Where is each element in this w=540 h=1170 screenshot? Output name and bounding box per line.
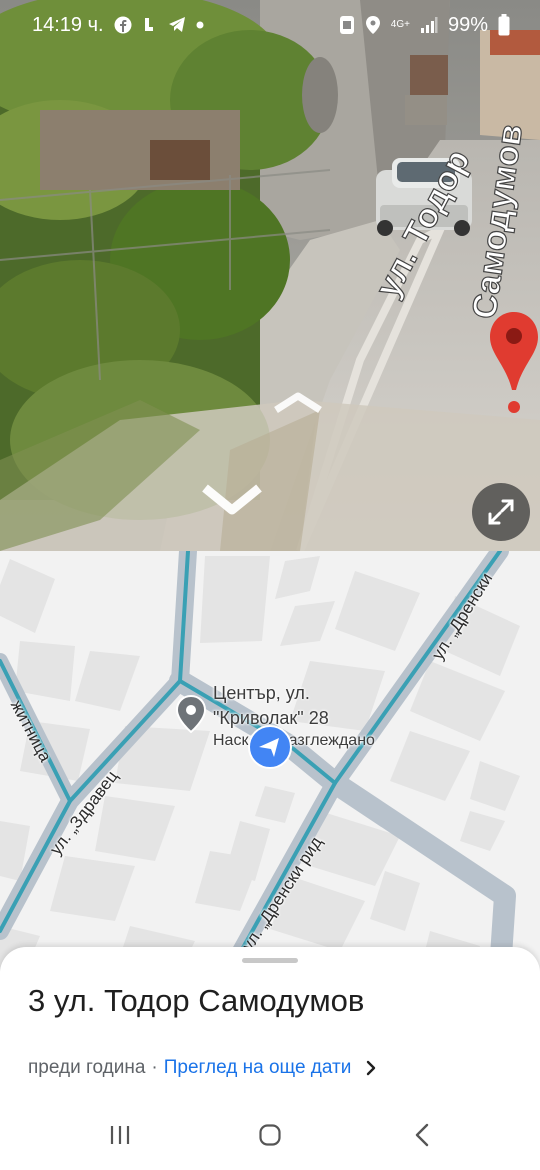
expand-button[interactable] — [472, 483, 530, 541]
more-dates-link[interactable]: Преглед на още дати — [164, 1057, 352, 1079]
place-marker-icon[interactable] — [176, 695, 206, 733]
status-bar: 14:19 ч. 4G+ 99% — [0, 0, 540, 50]
signal-icon — [420, 17, 438, 33]
viewed-label: Наскоро разглеждано — [213, 732, 375, 749]
nav-arrow-up-icon[interactable] — [272, 388, 324, 414]
facebook-icon — [114, 16, 132, 34]
battery-icon — [498, 14, 510, 36]
date-row: преди година · Преглед на още дати — [28, 1057, 377, 1079]
expand-icon — [488, 499, 514, 525]
recent-apps-icon[interactable] — [108, 1123, 132, 1147]
drag-handle[interactable] — [242, 958, 298, 963]
capture-date: преди година — [28, 1057, 146, 1078]
location-pin-icon — [490, 312, 538, 413]
network-type: 4G+ — [390, 19, 410, 30]
home-icon[interactable] — [258, 1123, 282, 1147]
screenshot-icon — [339, 16, 354, 34]
status-time: 14:19 ч. — [32, 13, 104, 36]
nav-arrow-down-icon[interactable] — [200, 482, 264, 520]
telegram-icon — [168, 17, 185, 32]
place-title: 3 ул. Тодор Самодумов — [28, 983, 365, 1018]
view-direction-arrow-icon — [248, 725, 292, 769]
location-icon — [365, 16, 380, 34]
chevron-right-icon[interactable] — [365, 1059, 377, 1077]
street-view-panorama[interactable]: ул. Тодор Самодумов — [0, 0, 540, 551]
viber-icon — [144, 18, 153, 31]
notification-dot-icon — [196, 21, 204, 29]
bottom-sheet[interactable]: 3 ул. Тодор Самодумов преди година · Пре… — [0, 947, 540, 1170]
separator: · — [151, 1057, 158, 1078]
place-label-line1: Център, ул. — [213, 683, 310, 703]
back-icon[interactable] — [412, 1123, 432, 1147]
battery-percent: 99% — [447, 13, 488, 36]
mini-map[interactable]: ул. „Здравец ул. „Дренски рид ул. „Дренс… — [0, 551, 540, 971]
system-nav-bar — [0, 1105, 540, 1170]
